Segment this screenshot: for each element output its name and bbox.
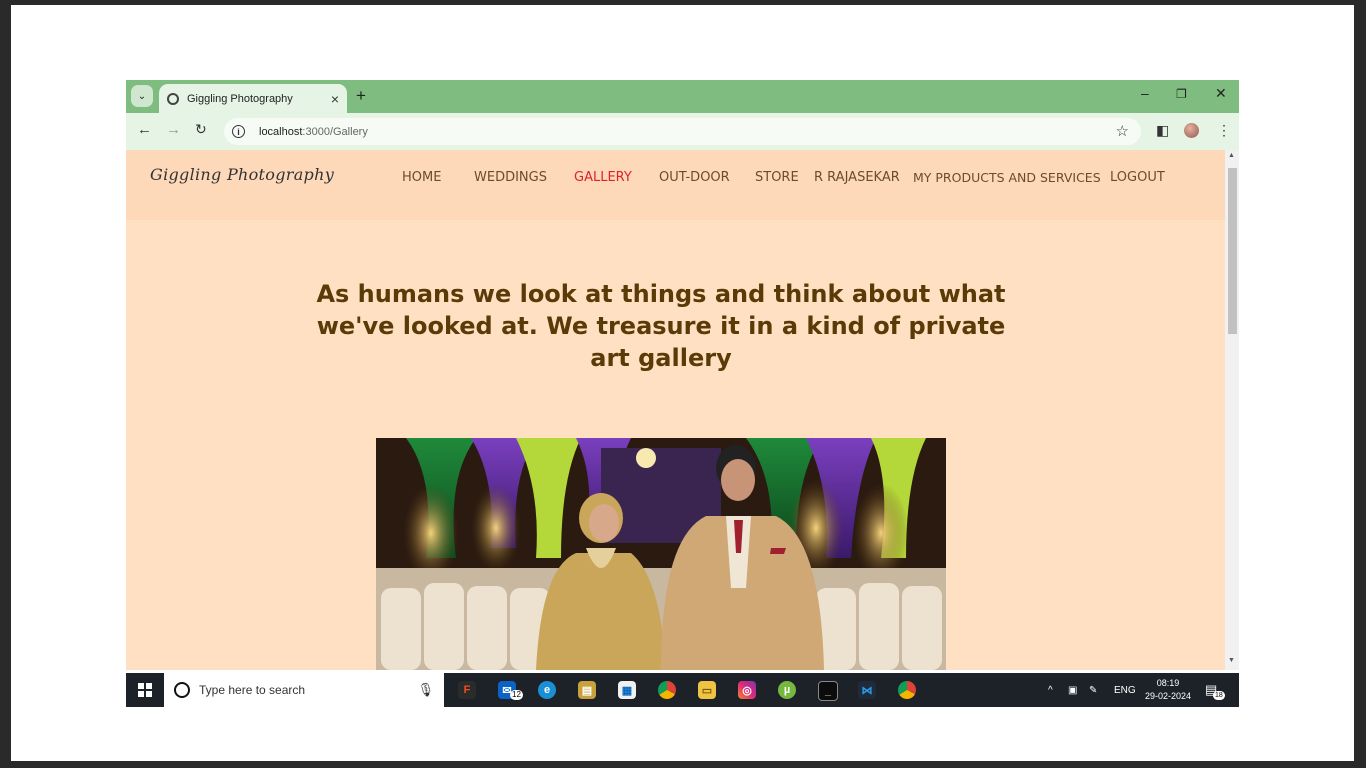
site-info-icon[interactable]: i xyxy=(232,125,245,138)
clock-date: 29-02-2024 xyxy=(1144,691,1192,701)
language-indicator[interactable]: ENG xyxy=(1114,673,1136,707)
new-tab-button[interactable]: + xyxy=(356,86,366,106)
nav-out-door[interactable]: OUT-DOOR xyxy=(659,170,730,185)
file-explorer-icon[interactable]: ▭ xyxy=(698,681,716,699)
vertical-scrollbar[interactable]: ▲ ▼ xyxy=(1225,150,1239,670)
nav-gallery[interactable]: GALLERY xyxy=(574,170,632,185)
taskbar-clock[interactable]: 08:19 29-02-2024 xyxy=(1143,677,1193,703)
chrome-icon[interactable] xyxy=(658,681,676,699)
network-icon[interactable]: ▣ xyxy=(1068,673,1077,707)
nav-user-name[interactable]: R RAJASEKAR xyxy=(814,170,900,185)
bookmark-star-icon[interactable]: ☆ xyxy=(1116,122,1129,140)
chrome-profile-icon[interactable] xyxy=(898,681,916,699)
tray-overflow-icon[interactable]: ^ xyxy=(1048,673,1053,707)
tab-close-icon[interactable]: × xyxy=(331,91,339,107)
clock-time: 08:19 xyxy=(1156,678,1180,688)
scroll-down-icon[interactable]: ▼ xyxy=(1228,657,1235,664)
favicon-globe-icon xyxy=(167,92,179,105)
tab-search-icon[interactable]: ⌄ xyxy=(131,85,153,107)
page-viewport: Giggling Photography HOME WEDDINGS GALLE… xyxy=(126,150,1225,670)
forward-arrow-icon[interactable]: → xyxy=(166,121,181,138)
browser-toolbar: ← → ↻ i localhost:3000/Gallery ☆ ◧ ⋮ xyxy=(126,113,1239,150)
address-bar[interactable]: i localhost:3000/Gallery ☆ xyxy=(224,118,1141,145)
scroll-up-icon[interactable]: ▲ xyxy=(1228,152,1235,159)
mail-badge: 12 xyxy=(510,690,523,700)
restore-button[interactable]: ❐ xyxy=(1176,87,1187,101)
store-icon[interactable]: ▦ xyxy=(618,681,636,699)
terminal-icon[interactable]: _ xyxy=(818,681,838,701)
side-panel-icon[interactable]: ◧ xyxy=(1156,122,1169,139)
microphone-icon[interactable]: 🎙 xyxy=(417,682,434,698)
figma-icon[interactable]: F xyxy=(458,681,476,699)
nav-home[interactable]: HOME xyxy=(402,170,441,185)
tab-strip: ⌄ Giggling Photography × + – ❐ ✕ xyxy=(126,80,1239,113)
tab-giggling-photography[interactable]: Giggling Photography × xyxy=(159,84,347,113)
taskbar-search[interactable]: Type here to search 🎙 xyxy=(164,673,444,707)
notes-icon[interactable]: ▤ xyxy=(578,681,596,699)
start-button[interactable] xyxy=(126,673,164,707)
site-navbar: Giggling Photography HOME WEDDINGS GALLE… xyxy=(126,150,1225,220)
utorrent-icon[interactable]: µ xyxy=(778,681,796,699)
nav-weddings[interactable]: WEDDINGS xyxy=(474,170,547,185)
windows-logo-icon xyxy=(138,683,152,697)
vertical-scroll-thumb[interactable] xyxy=(1228,168,1237,334)
url-text[interactable]: localhost:3000/Gallery xyxy=(259,126,368,138)
gallery-photo[interactable] xyxy=(376,438,946,670)
nav-my-products-and-services[interactable]: MY PRODUCTS AND SERVICES xyxy=(913,170,1101,185)
close-window-button[interactable]: ✕ xyxy=(1215,85,1227,102)
taskbar-search-placeholder: Type here to search xyxy=(199,683,306,697)
search-circle-icon xyxy=(174,682,190,698)
windows-taskbar: Type here to search 🎙 F ✉ 12 e ▤ ▦ ▭ ◎ µ… xyxy=(126,673,1239,707)
gallery-quote: As humans we look at things and think ab… xyxy=(316,280,1006,372)
brand-logo[interactable]: Giggling Photography xyxy=(150,165,334,184)
nav-store[interactable]: STORE xyxy=(755,170,799,185)
nav-logout[interactable]: LOGOUT xyxy=(1110,170,1165,185)
menu-dots-icon[interactable]: ⋮ xyxy=(1217,122,1231,139)
minimize-button[interactable]: – xyxy=(1141,85,1149,101)
instagram-icon[interactable]: ◎ xyxy=(738,681,756,699)
reload-icon[interactable]: ↻ xyxy=(195,121,207,138)
vscode-icon[interactable]: ⋈ xyxy=(858,681,876,699)
edge-icon[interactable]: e xyxy=(538,681,556,699)
profile-avatar[interactable] xyxy=(1184,123,1199,138)
browser-window: ⌄ Giggling Photography × + – ❐ ✕ ← → ↻ i… xyxy=(126,80,1239,707)
notification-count: 18 xyxy=(1213,691,1225,700)
pen-icon[interactable]: ✎ xyxy=(1089,673,1097,707)
tab-title: Giggling Photography xyxy=(187,92,293,105)
back-arrow-icon[interactable]: ← xyxy=(137,121,152,138)
